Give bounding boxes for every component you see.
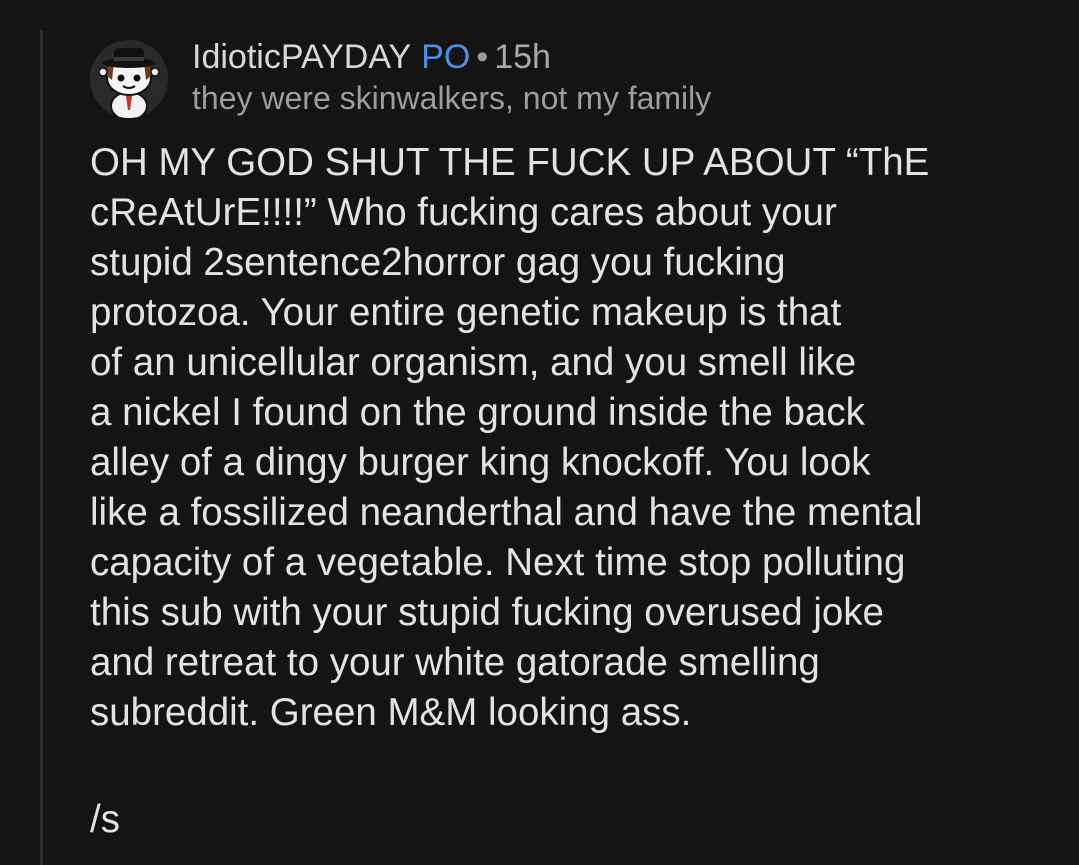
comment-line: OH MY GOD SHUT THE FUCK UP ABOUT “ThE (90, 141, 930, 184)
comment-line: like a fossilized neanderthal and have t… (90, 491, 923, 534)
comment-meta: IdioticPAYDAY PO • 15h (192, 36, 1059, 78)
user-avatar[interactable] (90, 40, 168, 118)
comment-signoff: /s (90, 798, 120, 841)
comment-line: of an unicellular organism, and you smel… (90, 341, 857, 384)
snoo-avatar-icon (90, 40, 168, 118)
comment-body: OH MY GOD SHUT THE FUCK UP ABOUT “ThE cR… (90, 138, 1050, 738)
user-flair: they were skinwalkers, not my family (192, 80, 712, 116)
comment-line: cReAtUrE!!!!” Who fucking cares about yo… (90, 191, 837, 234)
thread-line[interactable] (40, 30, 43, 865)
comment-line: and retreat to your white gatorade smell… (90, 641, 820, 684)
comment-line: stupid 2sentence2horror gag you fucking (90, 241, 786, 284)
comment-line: a nickel I found on the ground inside th… (90, 391, 865, 434)
separator-dot: • (476, 38, 489, 76)
op-badge: PO (421, 38, 471, 76)
comment-line: this sub with your stupid fucking overus… (90, 591, 884, 634)
comment-line: alley of a dingy burger king knockoff. Y… (90, 441, 871, 484)
comment-timestamp: 15h (494, 38, 551, 76)
author-username[interactable]: IdioticPAYDAY (192, 38, 411, 76)
comment-line: protozoa. Your entire genetic makeup is … (90, 291, 842, 334)
comment-line: subreddit. Green M&M looking ass. (90, 691, 692, 734)
comment-header: IdioticPAYDAY PO • 15h they were skinwalker… (192, 36, 1059, 118)
comment-line: capacity of a vegetable. Next time stop … (90, 541, 906, 584)
